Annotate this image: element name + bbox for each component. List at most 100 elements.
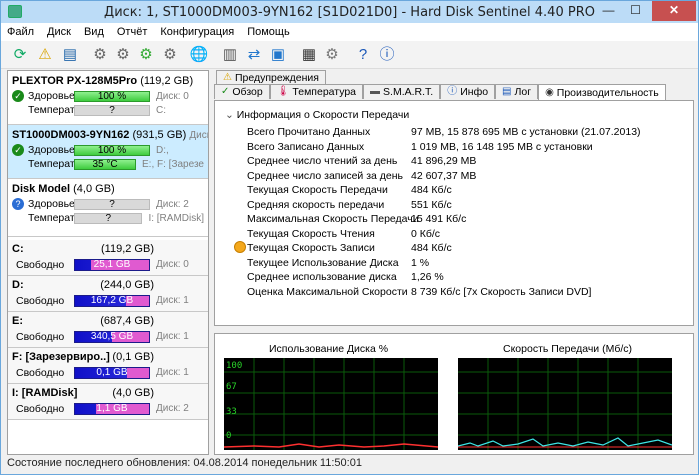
gear-icon[interactable]: ⚙ [321, 44, 343, 66]
report-icon[interactable]: ▤ [59, 44, 81, 66]
stat-label: Текущее Использование Диска [247, 257, 399, 269]
disk-item-1[interactable]: ST1000DM003-9YN162 (931,5 GB) Диск: 1 ✓ … [8, 125, 208, 179]
main-window: Диск: 1, ST1000DM003-9YN162 [S1D021D0] -… [0, 0, 699, 475]
free-label: Свободно [16, 330, 65, 343]
partition-name: F: [Зарезервиро..] [12, 351, 110, 363]
usage-line [224, 443, 438, 448]
stat-label: Текущая Скорость Записи [247, 242, 375, 254]
close-button[interactable]: ✕ [652, 1, 696, 21]
question-icon: ? [12, 198, 24, 210]
write-line [458, 437, 672, 447]
warning-icon: ⚠ [223, 72, 232, 83]
tab-performance[interactable]: ◉ Производительность [538, 84, 666, 101]
minimize-button[interactable]: — [595, 1, 622, 21]
menu-disk[interactable]: Диск [47, 26, 71, 38]
menu-view[interactable]: Вид [84, 26, 104, 38]
disk-name: Disk Model [12, 183, 71, 195]
refresh-icon[interactable]: ⟳ [9, 44, 31, 66]
partition-size: (244,0 GB) [100, 279, 154, 291]
tab-log[interactable]: ▤ Лог [495, 84, 539, 99]
performance-panel: ⌄ Информация о Скорости Передачи Всего П… [214, 100, 694, 326]
tab-warnings[interactable]: ⚠ Предупреждения [216, 70, 326, 85]
info-icon: ⓘ [447, 86, 458, 97]
partition-disk: Диск: 0 [156, 259, 189, 270]
stat-value: 1 019 MB, 16 148 195 MB с установки [411, 141, 593, 153]
partition-name: D: [12, 279, 24, 291]
stat-label: Оценка Максимальной Скорости [247, 286, 408, 298]
disk-name: PLEXTOR PX-128M5Pro [12, 75, 138, 87]
disk-size: (119,2 GB) [140, 75, 194, 87]
grid [458, 358, 672, 450]
gauge-icon: ◉ [545, 87, 554, 98]
temperature-label: Температура: [28, 158, 95, 170]
stat-value: 97 MB, 15 878 695 MB с установки (21.07.… [411, 126, 641, 138]
disk-item-2[interactable]: Disk Model (4,0 GB) ? Здоровье: ? Диск: … [8, 179, 208, 237]
disk-size: (4,0 GB) [73, 183, 115, 195]
stat-value: 1,26 % [411, 271, 444, 283]
collapse-icon[interactable]: ⌄ [225, 109, 234, 121]
tab-smart[interactable]: ▬ S.M.A.R.T. [363, 84, 441, 99]
tab-overview[interactable]: ✓ Обзор [214, 84, 270, 99]
partition-item[interactable]: E: (687,4 GB) Свободно 340,5 GB Диск: 1 [8, 312, 208, 348]
check-icon: ✓ [221, 86, 230, 97]
speed-graph [458, 358, 672, 450]
partition-name: C: [12, 243, 24, 255]
stat-label: Максимальная Скорость Передачи [247, 213, 419, 225]
health-bar: 100 % [74, 90, 150, 102]
menu-bar: Файл Диск Вид Отчёт Конфигурация Помощь [1, 23, 698, 41]
menu-report[interactable]: Отчёт [117, 26, 147, 38]
stat-label: Среднее использование диска [247, 271, 397, 283]
thermometer-icon: 🌡 [276, 86, 290, 97]
surface-test-icon[interactable]: ⚙ [112, 44, 134, 66]
usage-graph: 100 67 33 0 [224, 358, 438, 450]
free-label: Свободно [16, 258, 65, 271]
maximize-button[interactable]: ☐ [622, 1, 649, 21]
network-icon[interactable]: ▣ [267, 44, 289, 66]
disk-partitions: C: [156, 104, 166, 116]
tab-temperature[interactable]: 🌡 Температура [269, 84, 364, 99]
tab-info[interactable]: ⓘ Инфо [440, 84, 496, 99]
stat-value: 15 491 Кб/с [411, 213, 467, 225]
log-icon: ▤ [502, 86, 512, 97]
tick-label: 67 [226, 382, 237, 392]
help-icon[interactable]: ? [352, 44, 374, 66]
menu-help[interactable]: Помощь [247, 26, 290, 38]
menu-file[interactable]: Файл [7, 26, 34, 38]
partition-disk: Диск: 1 [156, 367, 189, 378]
free-space-bar: 1,1 GB [74, 402, 150, 415]
stat-value: 0 Кб/с [411, 228, 441, 240]
tick-label: 0 [226, 431, 231, 441]
stat-value: 1 % [411, 257, 430, 269]
partition-size: (687,4 GB) [100, 315, 154, 327]
partition-disk: Диск: 1 [156, 331, 189, 342]
sync-icon[interactable]: ⇄ [243, 44, 265, 66]
temperature-label: Температура: [28, 212, 95, 224]
window-title: Диск: 1, ST1000DM003-9YN162 [S1D021D0] -… [104, 5, 595, 20]
warning-icon[interactable]: ⚠ [34, 44, 56, 66]
grid [224, 358, 438, 450]
stat-label: Среднее число чтений за день [247, 155, 398, 167]
partition-item[interactable]: C: (119,2 GB) Свободно 25,1 GB Диск: 0 [8, 240, 208, 276]
stat-label: Всего Прочитано Данных [247, 126, 371, 138]
disk-tools-icon[interactable]: ⚙ [159, 44, 181, 66]
partition-item[interactable]: F: [Зарезервиро..] (0,1 GB) Свободно 0,1 … [8, 348, 208, 384]
disk-test-icon[interactable]: ⚙ [89, 44, 111, 66]
disk-item-0[interactable]: PLEXTOR PX-128M5Pro (119,2 GB) ✓ Здоровь… [8, 71, 208, 125]
free-space-bar: 25,1 GB [74, 258, 150, 271]
settings-icon[interactable]: ▦ [298, 44, 320, 66]
stat-value: 484 Кб/с [411, 242, 452, 254]
document-icon[interactable]: ▥ [219, 44, 241, 66]
partition-size: (4,0 GB) [112, 387, 154, 399]
disk-check-icon[interactable]: ⚙ [135, 44, 157, 66]
disk-list-panel: PLEXTOR PX-128M5Pro (119,2 GB) ✓ Здоровь… [7, 70, 209, 455]
disk-size: (931,5 GB) [132, 129, 187, 141]
web-icon[interactable]: 🌐 [188, 44, 210, 66]
disk-number: Диск: 2 [156, 198, 189, 210]
partition-item[interactable]: I: [RAMDisk] (4,0 GB) Свободно 1,1 GB Дис… [8, 384, 208, 420]
free-label: Свободно [16, 366, 65, 379]
info-icon[interactable]: ⓘ [376, 44, 398, 66]
usage-graph-title: Использование Диска % [269, 343, 389, 355]
partition-item[interactable]: D: (244,0 GB) Свободно 167,2 GB Диск: 1 [8, 276, 208, 312]
free-space-bar: 340,5 GB [74, 330, 150, 343]
menu-config[interactable]: Конфигурация [160, 26, 234, 38]
